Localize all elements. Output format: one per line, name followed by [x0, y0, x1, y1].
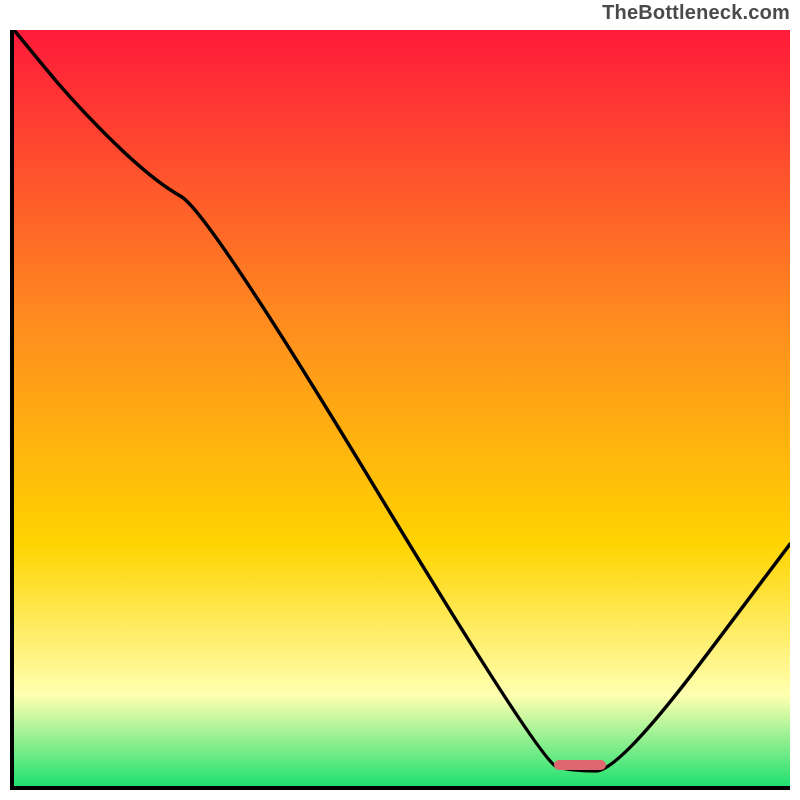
bottleneck-curve [14, 30, 790, 786]
chart-frame: TheBottleneck.com [0, 0, 800, 800]
plot-area [10, 30, 790, 790]
watermark-text: TheBottleneck.com [602, 2, 790, 25]
optimum-marker [554, 760, 606, 770]
